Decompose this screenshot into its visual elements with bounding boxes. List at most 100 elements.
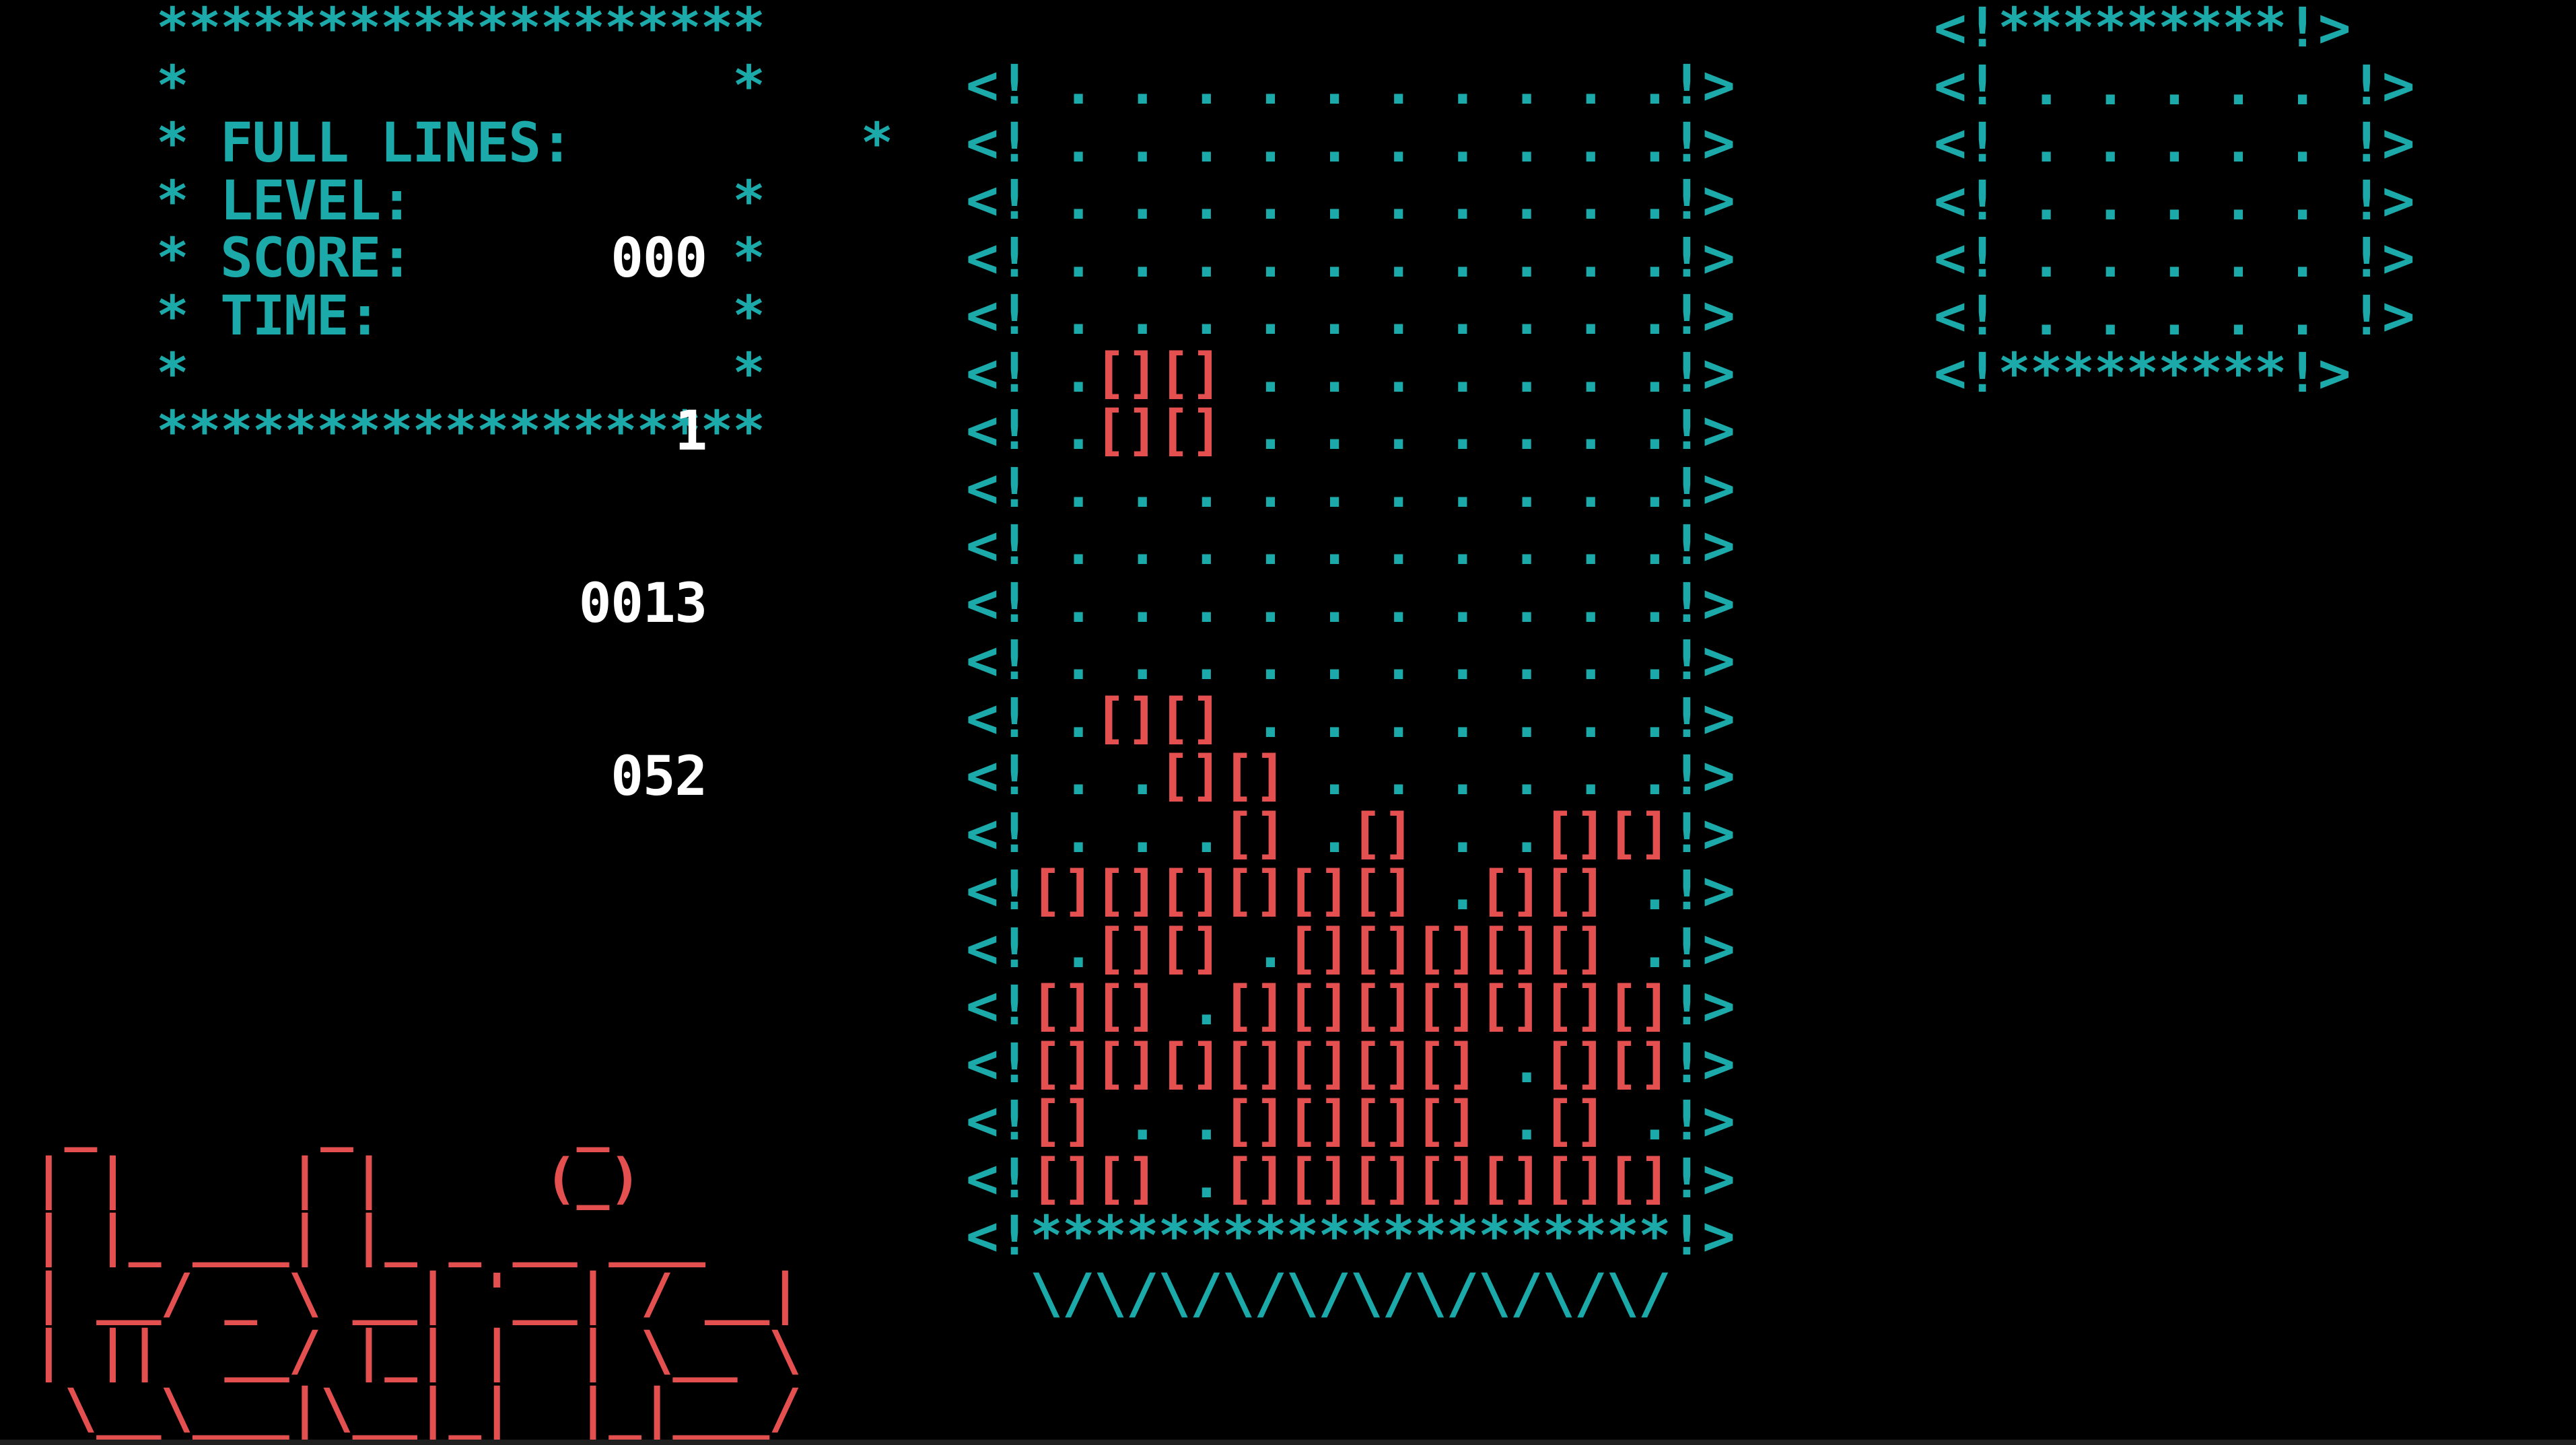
empty-cell: .	[1542, 284, 1607, 347]
filled-block: []	[1030, 859, 1094, 923]
playfield-row: <! . . . . . . . . . .!>	[966, 517, 1735, 575]
empty-cell: .	[1094, 226, 1159, 290]
empty-cell: .	[1478, 1032, 1543, 1096]
logo-line: _ _ _	[32, 1090, 673, 1153]
empty-cell: .	[1478, 686, 1543, 750]
full-lines-label: FULL LINES:	[220, 112, 573, 175]
empty-cell: .	[1478, 169, 1543, 232]
stats-border-side: * *	[156, 54, 765, 118]
filled-block: []	[1350, 975, 1415, 1038]
empty-cell: .	[1286, 629, 1351, 693]
tetris-logo: _ _ _ | | | | (_) | |_ ___| |_ _ __ ___ |…	[32, 1090, 802, 1441]
time-value: 052	[611, 744, 707, 808]
left-wall: <!	[966, 744, 1031, 808]
empty-cell: .	[1286, 686, 1351, 750]
empty-cell: .	[1286, 284, 1351, 347]
empty-cell: .	[1094, 514, 1159, 577]
playfield-row: <! . . . . . . . . . .!>	[966, 172, 1735, 230]
filled-block: []	[1542, 1032, 1607, 1096]
empty-cell: .	[1606, 54, 1671, 117]
empty-cell: .	[1030, 456, 1095, 520]
filled-block: []	[1158, 859, 1222, 923]
empty-cell: .	[1606, 744, 1671, 808]
level-label: LEVEL:	[220, 169, 413, 233]
playfield-row: <! . . . . . . . . . .!>	[966, 287, 1735, 345]
right-wall: !>	[1670, 859, 1735, 923]
filled-block: []	[1542, 802, 1607, 866]
stats-row-full-lines: * FULL LINES: *	[156, 112, 893, 175]
stats-panel: ******************* * * * FULL LINES: * …	[156, 0, 893, 460]
empty-cell: .	[1478, 54, 1543, 117]
left-wall: <!	[966, 514, 1031, 577]
empty-cell: .	[1094, 169, 1159, 232]
empty-cell: .	[1414, 169, 1480, 232]
empty-cell: .	[1158, 1090, 1223, 1153]
left-wall: <!	[966, 111, 1031, 175]
empty-cell: .	[1222, 456, 1287, 520]
right-wall: !>	[1670, 514, 1735, 577]
empty-cell: .	[1222, 169, 1287, 232]
empty-cell: .	[1222, 111, 1287, 175]
filled-block: []	[1094, 399, 1158, 462]
empty-cell: .	[1606, 226, 1671, 290]
empty-cell: .	[1542, 341, 1607, 405]
filled-block: []	[1414, 975, 1479, 1038]
empty-cell: .	[1542, 399, 1607, 462]
left-wall: <!	[966, 571, 1031, 635]
next-box-row: <! . . . . . !>	[1934, 169, 2415, 233]
left-wall: <!	[966, 859, 1031, 923]
empty-cell: .	[1414, 802, 1480, 866]
empty-cell: .	[1030, 629, 1095, 693]
logo-line: | | | | (_)	[32, 1147, 673, 1211]
left-wall: <!	[966, 456, 1031, 520]
filled-block: []	[1478, 859, 1543, 923]
empty-cell: .	[1350, 111, 1415, 175]
playfield-row: <! . . . . . . . . . .!>	[966, 632, 1735, 691]
empty-cell: .	[1414, 456, 1480, 520]
filled-block: []	[1350, 1032, 1415, 1096]
empty-cell: .	[1222, 54, 1287, 117]
stats-border-top: *******************	[156, 0, 765, 60]
empty-cell: .	[1606, 399, 1671, 462]
filled-block: []	[1222, 1147, 1287, 1211]
left-wall: <!	[966, 54, 1031, 117]
filled-block: []	[1414, 917, 1479, 981]
filled-block: []	[1222, 859, 1287, 923]
logo-line: \__\___|\__|_| |_|___/	[32, 1377, 802, 1441]
right-wall: !>	[1670, 169, 1735, 232]
empty-cell: .	[1350, 629, 1415, 693]
next-piece-box: <!*********!> <! . . . . . !> <! . . . . .…	[1934, 0, 2415, 403]
empty-cell: .	[1414, 514, 1480, 577]
empty-cell: .	[1350, 284, 1415, 347]
empty-cell: .	[1414, 341, 1480, 405]
empty-cell: .	[1606, 917, 1671, 981]
score-value: 0013	[578, 572, 707, 635]
empty-cell: .	[1094, 111, 1159, 175]
empty-cell: .	[1478, 341, 1543, 405]
empty-cell: .	[1222, 226, 1287, 290]
empty-cell: .	[1286, 399, 1351, 462]
empty-cell: .	[1094, 1090, 1159, 1153]
empty-cell: .	[1030, 284, 1095, 347]
screen-bottom-edge	[0, 1440, 2576, 1445]
filled-block: []	[1350, 859, 1415, 923]
filled-block: []	[1606, 1147, 1671, 1211]
right-wall: !>	[1670, 686, 1735, 750]
empty-cell: .	[1542, 571, 1607, 635]
empty-cell: .	[1414, 54, 1480, 117]
empty-cell: .	[1286, 169, 1351, 232]
empty-cell: .	[1350, 399, 1415, 462]
empty-cell: .	[1350, 571, 1415, 635]
empty-cell: .	[1286, 802, 1351, 866]
empty-cell: .	[1542, 54, 1607, 117]
playfield-row: <! . . . . . . . . . .!>	[966, 111, 1735, 175]
filled-block: []	[1286, 917, 1351, 981]
playfield-row: <! . .[][] . . . . . .!>	[966, 747, 1735, 806]
empty-cell: .	[1222, 284, 1287, 347]
filled-block: []	[1030, 1090, 1094, 1153]
empty-cell: .	[1094, 802, 1159, 866]
empty-cell: .	[1286, 456, 1351, 520]
filled-block: []	[1094, 975, 1158, 1038]
empty-cell: .	[1030, 54, 1095, 117]
playfield-row: <! .[][] . . . . . . .!>	[966, 690, 1735, 748]
